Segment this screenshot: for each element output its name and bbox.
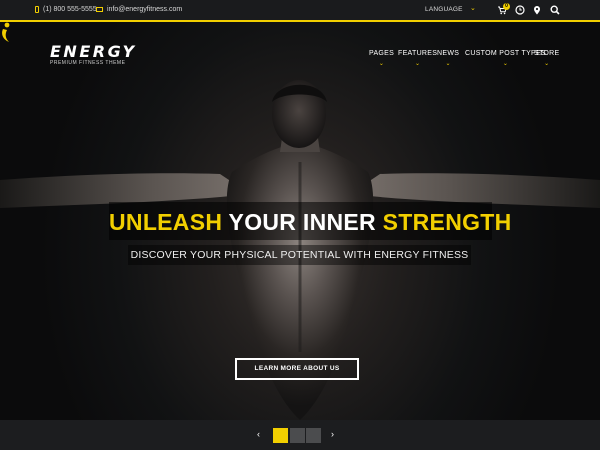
email-address: info@energyfitness.com (107, 6, 183, 13)
email-contact[interactable]: info@energyfitness.com (96, 6, 182, 13)
phone-contact[interactable]: (1) 800 555-5555 (35, 6, 97, 13)
brand-tagline: PREMIUM FITNESS THEME (50, 60, 126, 66)
chevron-down-icon: ⌄ (445, 61, 451, 67)
learn-more-button[interactable]: LEARN MORE ABOUT US (235, 358, 359, 380)
nav-label: PAGES (369, 50, 395, 57)
headline-highlight: STRENGTH (382, 209, 512, 235)
headline-text: YOUR INNER (222, 209, 383, 235)
cart-count-badge: 0 (503, 3, 510, 10)
slider-dot-2[interactable] (290, 428, 305, 443)
search-icon[interactable] (550, 5, 560, 15)
hero-headline-box: UNLEASH YOUR INNER STRENGTH (109, 202, 511, 240)
chevron-down-icon: ⌄ (378, 61, 385, 67)
nav-label: NEWS (437, 50, 460, 57)
hero-subheadline: DISCOVER YOUR PHYSICAL POTENTIAL WITH EN… (130, 249, 469, 261)
nav-item-store[interactable]: STORE ⌄ (534, 50, 560, 67)
map-pin-icon[interactable] (532, 5, 542, 15)
slider-prev-arrow[interactable]: ‹ (257, 429, 260, 439)
slider-next-arrow[interactable]: › (331, 429, 334, 439)
chevron-down-icon: ⌄ (544, 61, 550, 67)
phone-icon (35, 6, 39, 13)
nav-item-news[interactable]: NEWS ⌄ (437, 50, 459, 67)
nav-item-features[interactable]: FEATURES ⌄ (398, 50, 437, 67)
nav-item-pages[interactable]: PAGES ⌄ (369, 50, 394, 67)
clock-icon[interactable] (515, 5, 525, 15)
slider-dot-1[interactable] (273, 428, 288, 443)
mail-icon (96, 7, 103, 12)
top-bar: (1) 800 555-5555 info@energyfitness.com … (0, 0, 600, 22)
nav-label: FEATURES (398, 50, 438, 57)
hero-subheadline-box: DISCOVER YOUR PHYSICAL POTENTIAL WITH EN… (128, 245, 471, 265)
chevron-down-icon[interactable]: ⌄ (470, 4, 476, 12)
nav-label: STORE (534, 50, 560, 57)
slider-dot-3[interactable] (306, 428, 321, 443)
headline-highlight: UNLEASH (109, 209, 223, 235)
chevron-down-icon: ⌄ (414, 61, 421, 67)
language-selector[interactable]: LANGUAGE (425, 6, 463, 13)
brand-logo-icon[interactable] (0, 22, 14, 44)
hero-headline: UNLEASH YOUR INNER STRENGTH (109, 209, 511, 236)
phone-number: (1) 800 555-5555 (43, 6, 97, 13)
slider-controls: ‹ › (0, 420, 600, 450)
brand-logo-text[interactable]: ENERGY (50, 42, 137, 61)
